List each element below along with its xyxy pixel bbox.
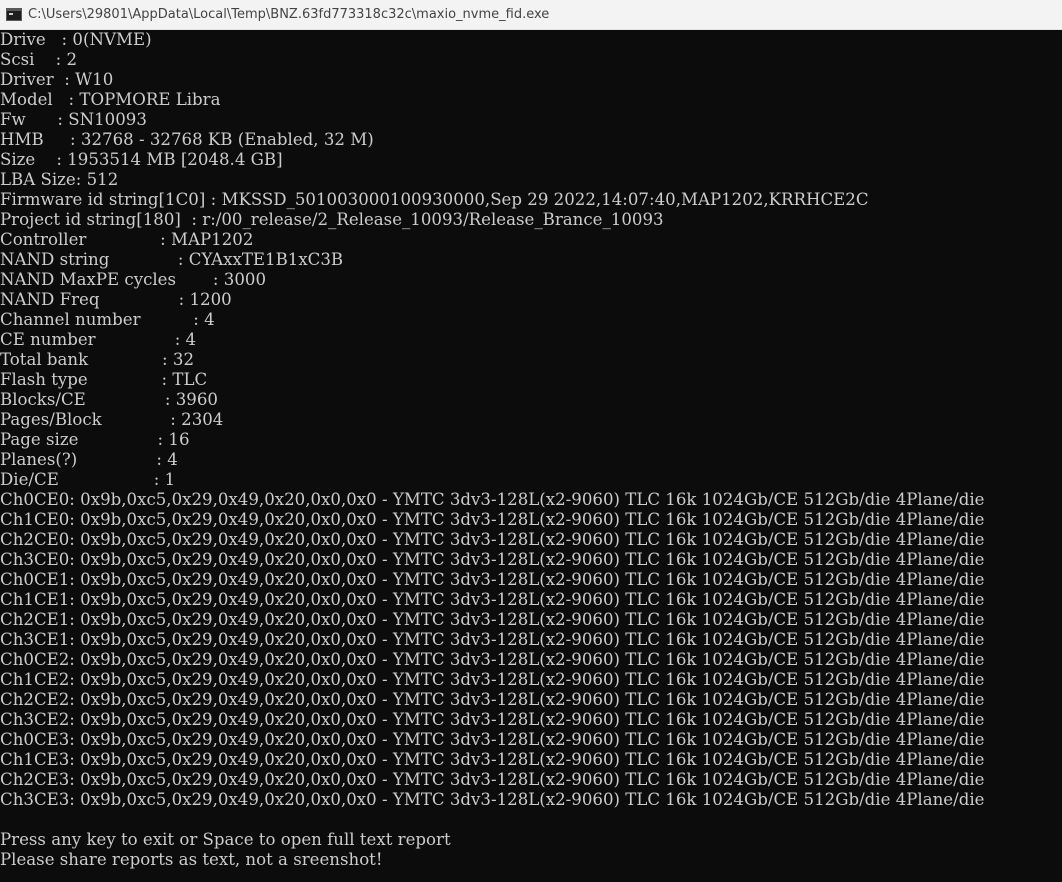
console-line: NAND string : CYAxxTE1B1xC3B xyxy=(0,250,344,269)
console-line: Ch0CE0: 0x9b,0xc5,0x29,0x49,0x20,0x0,0x0… xyxy=(0,490,985,509)
console-line: Scsi : 2 xyxy=(0,50,78,69)
console-line: Planes(?) : 4 xyxy=(0,450,178,469)
console-line: LBA Size: 512 xyxy=(0,170,119,189)
console-line: Controller : MAP1202 xyxy=(0,230,254,249)
console-line: Pages/Block : 2304 xyxy=(0,410,224,429)
console-line: Ch2CE3: 0x9b,0xc5,0x29,0x49,0x20,0x0,0x0… xyxy=(0,770,985,789)
console-line: Fw : SN10093 xyxy=(0,110,147,129)
console-line: Channel number : 4 xyxy=(0,310,215,329)
console-line: Ch0CE3: 0x9b,0xc5,0x29,0x49,0x20,0x0,0x0… xyxy=(0,730,985,749)
console-line: Size : 1953514 MB [2048.4 GB] xyxy=(0,150,283,169)
console-line: Firmware id string[1C0] : MKSSD_50100300… xyxy=(0,190,869,209)
console-line: Page size : 16 xyxy=(0,430,190,449)
console-line: Ch1CE0: 0x9b,0xc5,0x29,0x49,0x20,0x0,0x0… xyxy=(0,510,985,529)
console-line: Die/CE : 1 xyxy=(0,470,176,489)
console-line: Project id string[180] : r:/00_release/2… xyxy=(0,210,664,229)
console-line: Total bank : 32 xyxy=(0,350,194,369)
console-line: Ch3CE3: 0x9b,0xc5,0x29,0x49,0x20,0x0,0x0… xyxy=(0,790,985,809)
console-line: Ch0CE1: 0x9b,0xc5,0x29,0x49,0x20,0x0,0x0… xyxy=(0,570,985,589)
console-line: Please share reports as text, not a sree… xyxy=(0,850,383,869)
console-line: Flash type : TLC xyxy=(0,370,208,389)
console-output[interactable]: Drive : 0(NVME) Scsi : 2 Driver : W10 Model… xyxy=(0,30,1062,882)
console-line: Ch3CE1: 0x9b,0xc5,0x29,0x49,0x20,0x0,0x0… xyxy=(0,630,985,649)
console-line: Blocks/CE : 3960 xyxy=(0,390,218,409)
console-line: NAND MaxPE cycles : 3000 xyxy=(0,270,267,289)
console-line: HMB : 32768 - 32768 KB (Enabled, 32 M) xyxy=(0,130,374,149)
console-line: Ch2CE0: 0x9b,0xc5,0x29,0x49,0x20,0x0,0x0… xyxy=(0,530,985,549)
window-title: C:\Users\29801\AppData\Local\Temp\BNZ.63… xyxy=(28,7,550,22)
console-line: Ch3CE2: 0x9b,0xc5,0x29,0x49,0x20,0x0,0x0… xyxy=(0,710,985,729)
console-line: Ch0CE2: 0x9b,0xc5,0x29,0x49,0x20,0x0,0x0… xyxy=(0,650,985,669)
console-line: Ch3CE0: 0x9b,0xc5,0x29,0x49,0x20,0x0,0x0… xyxy=(0,550,985,569)
console-line: Ch2CE1: 0x9b,0xc5,0x29,0x49,0x20,0x0,0x0… xyxy=(0,610,985,629)
console-line: Ch1CE3: 0x9b,0xc5,0x29,0x49,0x20,0x0,0x0… xyxy=(0,750,985,769)
console-line: NAND Freq : 1200 xyxy=(0,290,232,309)
console-line: Ch1CE2: 0x9b,0xc5,0x29,0x49,0x20,0x0,0x0… xyxy=(0,670,985,689)
console-line: Ch1CE1: 0x9b,0xc5,0x29,0x49,0x20,0x0,0x0… xyxy=(0,590,985,609)
console-app-icon xyxy=(6,8,22,21)
console-line: CE number : 4 xyxy=(0,330,197,349)
console-window[interactable]: C:\Users\29801\AppData\Local\Temp\BNZ.63… xyxy=(0,0,1062,882)
console-line: Model : TOPMORE Libra xyxy=(0,90,221,109)
console-line: Ch2CE2: 0x9b,0xc5,0x29,0x49,0x20,0x0,0x0… xyxy=(0,690,985,709)
console-line: Drive : 0(NVME) xyxy=(0,30,152,49)
console-line: Driver : W10 xyxy=(0,70,114,89)
title-bar[interactable]: C:\Users\29801\AppData\Local\Temp\BNZ.63… xyxy=(0,0,1062,30)
console-line: Press any key to exit or Space to open f… xyxy=(0,830,451,849)
